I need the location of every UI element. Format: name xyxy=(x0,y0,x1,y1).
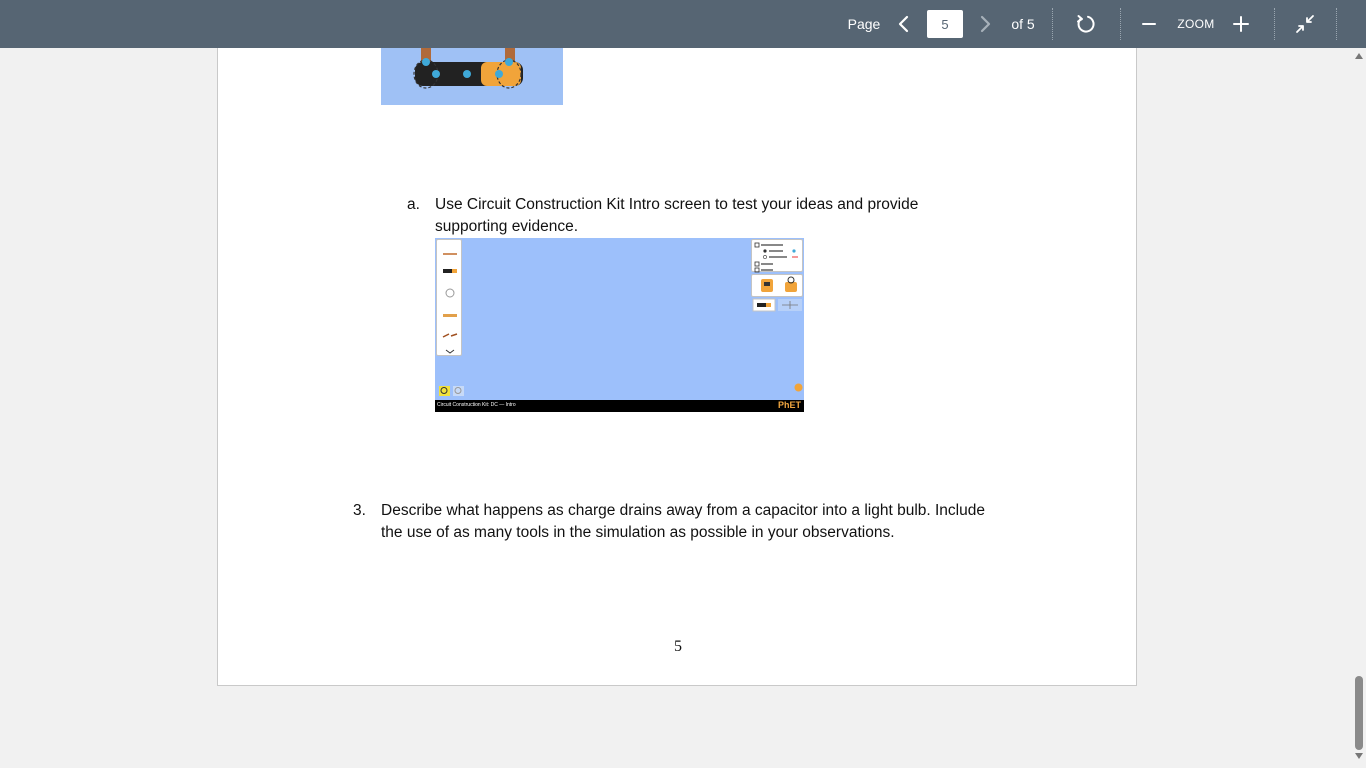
sim-options-items xyxy=(754,242,798,273)
toolbar-divider xyxy=(1120,8,1121,40)
rotate-button[interactable] xyxy=(1070,0,1102,48)
capacitor-circuit-figure xyxy=(381,48,563,105)
rotate-icon xyxy=(1077,15,1095,33)
scrollbar-thumb[interactable] xyxy=(1355,676,1363,750)
sim-reset-button xyxy=(794,383,803,392)
page-number-input[interactable] xyxy=(927,10,963,38)
item-a-marker: a. xyxy=(407,196,420,213)
exit-fullscreen-button[interactable] xyxy=(1290,0,1320,48)
zoom-label: ZOOM xyxy=(1177,17,1215,31)
sim-navigation-bar: Circuit Construction Kit: DC — Intro PhE… xyxy=(435,400,804,412)
vertical-scrollbar[interactable] xyxy=(1352,48,1366,768)
chevron-right-icon xyxy=(980,15,991,33)
item-a-text-line-2: supporting evidence. xyxy=(435,218,579,235)
document-page: a. Use Circuit Construction Kit Intro sc… xyxy=(217,48,1137,686)
chevron-left-icon xyxy=(898,15,909,33)
page-count-label: of 5 xyxy=(1011,16,1035,32)
scroll-up-arrow[interactable] xyxy=(1354,53,1364,61)
item-3-text-line-1: Describe what happens as charge drains a… xyxy=(381,502,985,519)
triangle-down-icon xyxy=(1355,753,1363,759)
page-number: 5 xyxy=(674,638,682,655)
sim-component-palette xyxy=(436,239,462,356)
phet-logo: PhET xyxy=(777,400,801,410)
previous-page-button[interactable] xyxy=(890,0,916,48)
triangle-up-icon xyxy=(1355,53,1363,59)
next-page-button[interactable] xyxy=(973,0,999,48)
viewer-toolbar: Page of 5 ZOOM xyxy=(0,0,1366,48)
zoom-out-button[interactable] xyxy=(1136,0,1162,48)
item-3-marker: 3. xyxy=(353,502,366,519)
toolbar-divider xyxy=(1052,8,1053,40)
sim-tools-panel xyxy=(751,274,803,297)
page-label: Page xyxy=(847,16,881,32)
simulation-screenshot: Circuit Construction Kit: DC — Intro PhE… xyxy=(435,238,804,412)
toolbar-divider xyxy=(1336,8,1337,40)
collapse-icon xyxy=(1296,15,1314,33)
item-a-text-line-1: Use Circuit Construction Kit Intro scree… xyxy=(435,196,919,213)
item-3-text-line-2: the use of as many tools in the simulati… xyxy=(381,524,895,541)
sim-extra-tools xyxy=(752,298,802,312)
scroll-down-arrow[interactable] xyxy=(1354,753,1364,761)
sim-tools-items xyxy=(761,276,797,292)
minus-icon xyxy=(1142,23,1156,25)
sim-zoom-buttons xyxy=(439,386,464,396)
sim-title: Circuit Construction Kit: DC — Intro xyxy=(437,402,516,408)
sim-palette-items xyxy=(442,253,458,354)
toolbar-divider xyxy=(1274,8,1275,40)
capacitor-circuit-drawing xyxy=(413,48,523,89)
zoom-in-button[interactable] xyxy=(1228,0,1254,48)
plus-icon xyxy=(1233,16,1249,32)
sim-options-panel xyxy=(751,239,803,273)
